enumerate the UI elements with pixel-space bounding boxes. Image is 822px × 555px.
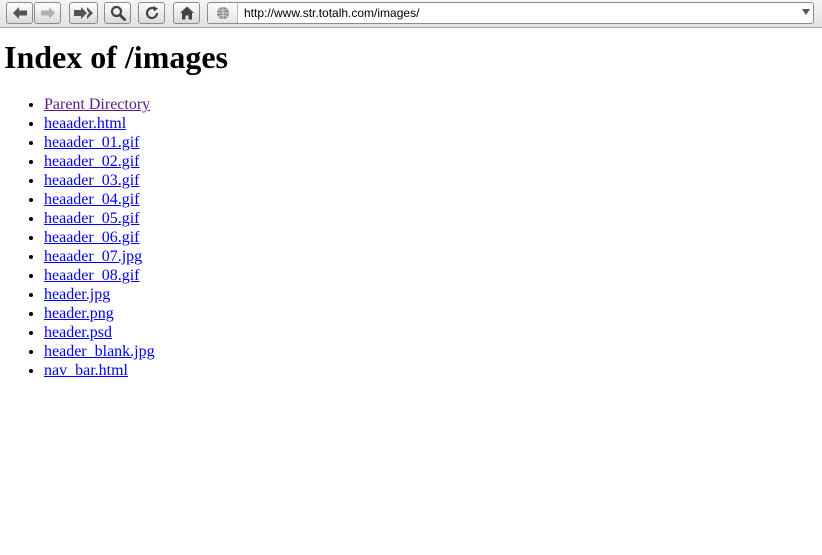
list-item: header.jpg — [44, 285, 155, 304]
forward-button[interactable] — [34, 2, 61, 24]
url-text[interactable]: http://www.str.totalh.com/images/ — [244, 5, 419, 21]
list-item: Parent Directory — [44, 95, 155, 114]
list-item: heaader_03.gif — [44, 171, 155, 190]
search-button[interactable] — [104, 2, 131, 24]
file-link[interactable]: heaader_06.gif — [44, 229, 140, 246]
browser-toolbar: http://www.str.totalh.com/images/ — [0, 0, 822, 28]
list-item: heaader_07.jpg — [44, 247, 155, 266]
reload-icon — [145, 6, 158, 20]
forward-history-button[interactable] — [69, 2, 98, 24]
file-link[interactable]: heaader_07.jpg — [44, 248, 142, 265]
file-link[interactable]: header.psd — [44, 324, 112, 341]
file-link[interactable]: heaader_02.gif — [44, 153, 140, 170]
list-item: heaader_04.gif — [44, 190, 155, 209]
list-item: header.psd — [44, 323, 155, 342]
globe-icon — [216, 7, 229, 19]
list-item: header.png — [44, 304, 155, 323]
file-link[interactable]: heaader.html — [44, 115, 126, 132]
file-link[interactable]: header.jpg — [44, 286, 110, 303]
file-link[interactable]: header.png — [44, 305, 114, 322]
file-link[interactable]: heaader_04.gif — [44, 191, 140, 208]
reload-button[interactable] — [138, 2, 165, 24]
page-title: Index of /images — [4, 39, 228, 75]
file-link[interactable]: heaader_01.gif — [44, 134, 140, 151]
list-item: heaader.html — [44, 114, 155, 133]
list-item: heaader_02.gif — [44, 152, 155, 171]
list-item: heaader_05.gif — [44, 209, 155, 228]
file-link[interactable]: nav_bar.html — [44, 362, 128, 379]
parent-directory-link[interactable]: Parent Directory — [44, 96, 150, 113]
file-link[interactable]: heaader_08.gif — [44, 267, 140, 284]
file-list: Parent Directory heaader.html heaader_01.g… — [4, 95, 155, 380]
list-item: heaader_08.gif — [44, 266, 155, 285]
home-icon — [179, 6, 194, 20]
file-link[interactable]: header_blank.jpg — [44, 343, 155, 360]
home-button[interactable] — [173, 2, 200, 24]
back-button[interactable] — [6, 2, 33, 24]
file-link[interactable]: heaader_05.gif — [44, 210, 140, 227]
address-bar[interactable]: http://www.str.totalh.com/images/ — [207, 2, 814, 24]
forward-arrow-icon — [40, 7, 55, 19]
magnifier-icon — [110, 5, 126, 21]
file-link[interactable]: heaader_03.gif — [44, 172, 140, 189]
list-item: heaader_06.gif — [44, 228, 155, 247]
site-identity-button[interactable] — [208, 3, 238, 23]
list-item: heaader_01.gif — [44, 133, 155, 152]
url-history-dropdown-icon[interactable] — [802, 9, 810, 15]
list-item: header_blank.jpg — [44, 342, 155, 361]
double-forward-icon — [73, 7, 93, 19]
list-item: nav_bar.html — [44, 361, 155, 380]
back-arrow-icon — [12, 7, 27, 19]
